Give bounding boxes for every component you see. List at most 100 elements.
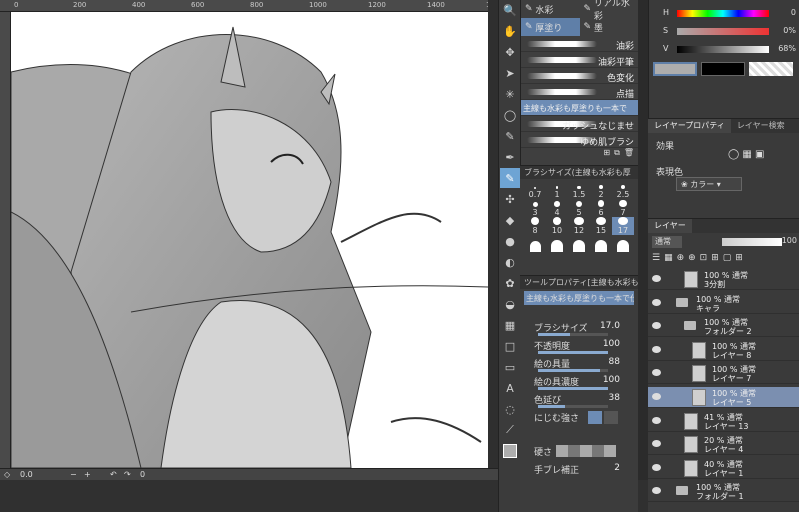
canvas-vertical-scrollbar[interactable] (488, 0, 498, 480)
brush-size-option[interactable]: 6 (590, 199, 612, 217)
eye-icon[interactable] (652, 440, 661, 448)
brush-item-selected[interactable]: 主線も水彩も厚塗りも一本で (521, 100, 638, 116)
delete-brush-icon[interactable]: 🗑 (624, 148, 634, 160)
gradient-icon[interactable]: ▦ (500, 315, 520, 335)
fit-icon[interactable]: ◇ (4, 470, 10, 479)
lasso-tool-icon[interactable]: ◯ (500, 105, 520, 125)
fill-tool-icon[interactable]: ◐ (500, 252, 520, 272)
expression-color-select[interactable]: ❀ カラー ▾ (676, 177, 742, 191)
opacity-slider[interactable] (722, 238, 782, 246)
eye-icon[interactable] (652, 416, 661, 424)
pen-tool-icon[interactable]: ✒ (500, 147, 520, 167)
tab-watercolor[interactable]: ✎ 水彩 (521, 0, 580, 18)
eye-icon[interactable] (652, 487, 661, 495)
brush-size-option[interactable]: 15 (590, 217, 612, 235)
brush-size-option[interactable]: 10 (546, 217, 568, 235)
value-slider[interactable]: V 68% (663, 44, 798, 54)
new-brush-icon[interactable]: ⊞ (603, 148, 610, 160)
brush-size-option[interactable] (524, 235, 546, 253)
airbrush-icon[interactable]: ✣ (500, 189, 520, 209)
tab-real-watercolor[interactable]: ✎ リアル水彩 (580, 0, 639, 22)
blur-strength-row[interactable]: にじむ強さ (520, 409, 638, 427)
brush-size-option[interactable] (590, 235, 612, 253)
select-tool-icon[interactable]: ➤ (500, 63, 520, 83)
blur-mode-button[interactable] (588, 411, 602, 424)
brush-item[interactable]: 油彩平筆 (521, 52, 638, 68)
balloon-icon[interactable]: ◌ (500, 399, 520, 419)
rotation-value[interactable]: 0 (140, 470, 145, 479)
brush-size-option[interactable]: 0.7 (524, 181, 546, 199)
brush-size-option[interactable]: 2 (590, 181, 612, 199)
brush-size-option[interactable]: 12 (568, 217, 590, 235)
eye-icon[interactable] (652, 298, 661, 306)
layer-row[interactable]: 100 % 通常 レイヤー 7 (648, 363, 799, 385)
stabilizer-row[interactable]: 手ブレ補正 2 (520, 461, 638, 479)
tab-ink[interactable]: ✎ 墨 (580, 18, 639, 36)
brush-size-option[interactable]: 8 (524, 217, 546, 235)
brush-size-option[interactable]: 3 (524, 199, 546, 217)
eye-icon[interactable] (652, 345, 661, 353)
rotate-left-icon[interactable]: ↶ (110, 470, 117, 479)
blur-mode-button-alt[interactable] (604, 411, 618, 424)
eye-icon[interactable] (652, 393, 661, 400)
brush-size-option[interactable]: 5 (568, 199, 590, 217)
opacity-value[interactable]: 100 (782, 236, 797, 245)
property-slider[interactable] (538, 369, 608, 372)
hand-tool-icon[interactable]: ✋ (500, 21, 520, 41)
brush-item[interactable]: 色変化 (521, 68, 638, 84)
brush-size-option[interactable]: 7 (612, 199, 634, 217)
layer-row[interactable]: 100 % 通常 キャラ (648, 293, 799, 314)
saturation-slider[interactable]: S 0% (663, 26, 798, 36)
brush-item[interactable]: ガッシュなじませ (521, 116, 638, 132)
layer-row[interactable]: 100 % 通常 フォルダー 1 (648, 481, 799, 503)
layer-row[interactable]: 100 % 通常 レイヤー 5 (648, 387, 799, 408)
brush-item[interactable]: 点描 (521, 84, 638, 100)
brush-size-option[interactable] (612, 235, 634, 253)
blend-tool-icon[interactable]: ● (500, 231, 520, 251)
transparent-color-chip[interactable] (749, 62, 793, 76)
layer-row[interactable]: 20 % 通常 レイヤー 4 (648, 434, 799, 456)
tool-property-row[interactable]: ブラシサイズ 17.0 (520, 319, 638, 337)
tool-property-row[interactable]: 絵の具量 88 (520, 355, 638, 373)
brush-tool-icon[interactable]: ✎ (500, 168, 520, 188)
eye-icon[interactable] (652, 322, 661, 330)
zoom-tool-icon[interactable]: 🔍 (500, 0, 520, 20)
rotate-right-icon[interactable]: ↷ (124, 470, 131, 479)
main-color-chip[interactable] (653, 62, 697, 76)
tab-layer-search[interactable]: レイヤー検索 (731, 119, 791, 133)
eye-icon[interactable] (652, 463, 661, 471)
brush-size-option[interactable] (568, 235, 590, 253)
layer-row[interactable]: 100 % 通常 フォルダー 2 (648, 316, 799, 338)
copy-brush-icon[interactable]: ⧉ (614, 148, 620, 160)
correct-line-icon[interactable]: ⟋ (500, 420, 520, 440)
blend-mode-select[interactable]: 通常 (652, 236, 682, 248)
tool-property-row[interactable]: 色延び 38 (520, 391, 638, 409)
layer-row[interactable]: 40 % 通常 レイヤー 1 (648, 458, 799, 479)
tool-property-row[interactable]: 不透明度 100 (520, 337, 638, 355)
property-value[interactable]: 38 (609, 393, 620, 403)
brush-size-option[interactable]: 1 (546, 181, 568, 199)
hardness-row[interactable]: 硬さ (520, 443, 638, 461)
drawing-canvas[interactable] (11, 12, 488, 468)
move-tool-icon[interactable]: ✥ (500, 42, 520, 62)
brush-item[interactable]: ゆめ肌ブラシ (521, 132, 638, 148)
zoom-value[interactable]: 0.0 (20, 470, 33, 479)
main-color-swatch[interactable] (500, 441, 520, 461)
text-tool-icon[interactable]: A (500, 378, 520, 398)
property-value[interactable]: 17.0 (600, 321, 620, 331)
eyedropper-icon[interactable]: ✎ (500, 126, 520, 146)
layer-toolbar[interactable]: ☰▦⊕⊕⊡⊞▢⊞ (652, 253, 747, 263)
zoom-in-icon[interactable]: + (84, 470, 91, 479)
decoration-icon[interactable]: ✿ (500, 273, 520, 293)
tool-property-row[interactable]: 絵の具濃度 100 (520, 373, 638, 391)
brush-item[interactable]: 油彩 (521, 36, 638, 52)
property-value[interactable]: 100 (603, 375, 620, 385)
brush-size-option[interactable]: 2.5 (612, 181, 634, 199)
tab-thick-paint[interactable]: ✎ 厚塗り (521, 18, 580, 36)
hardness-selector[interactable] (556, 445, 616, 457)
hue-slider[interactable]: H 0 (663, 8, 798, 18)
brush-size-option[interactable]: 4 (546, 199, 568, 217)
bucket-icon[interactable]: ◒ (500, 294, 520, 314)
frame-tool-icon[interactable]: ▭ (500, 357, 520, 377)
effect-icons[interactable]: ◯ ▦ ▣ (728, 149, 764, 160)
